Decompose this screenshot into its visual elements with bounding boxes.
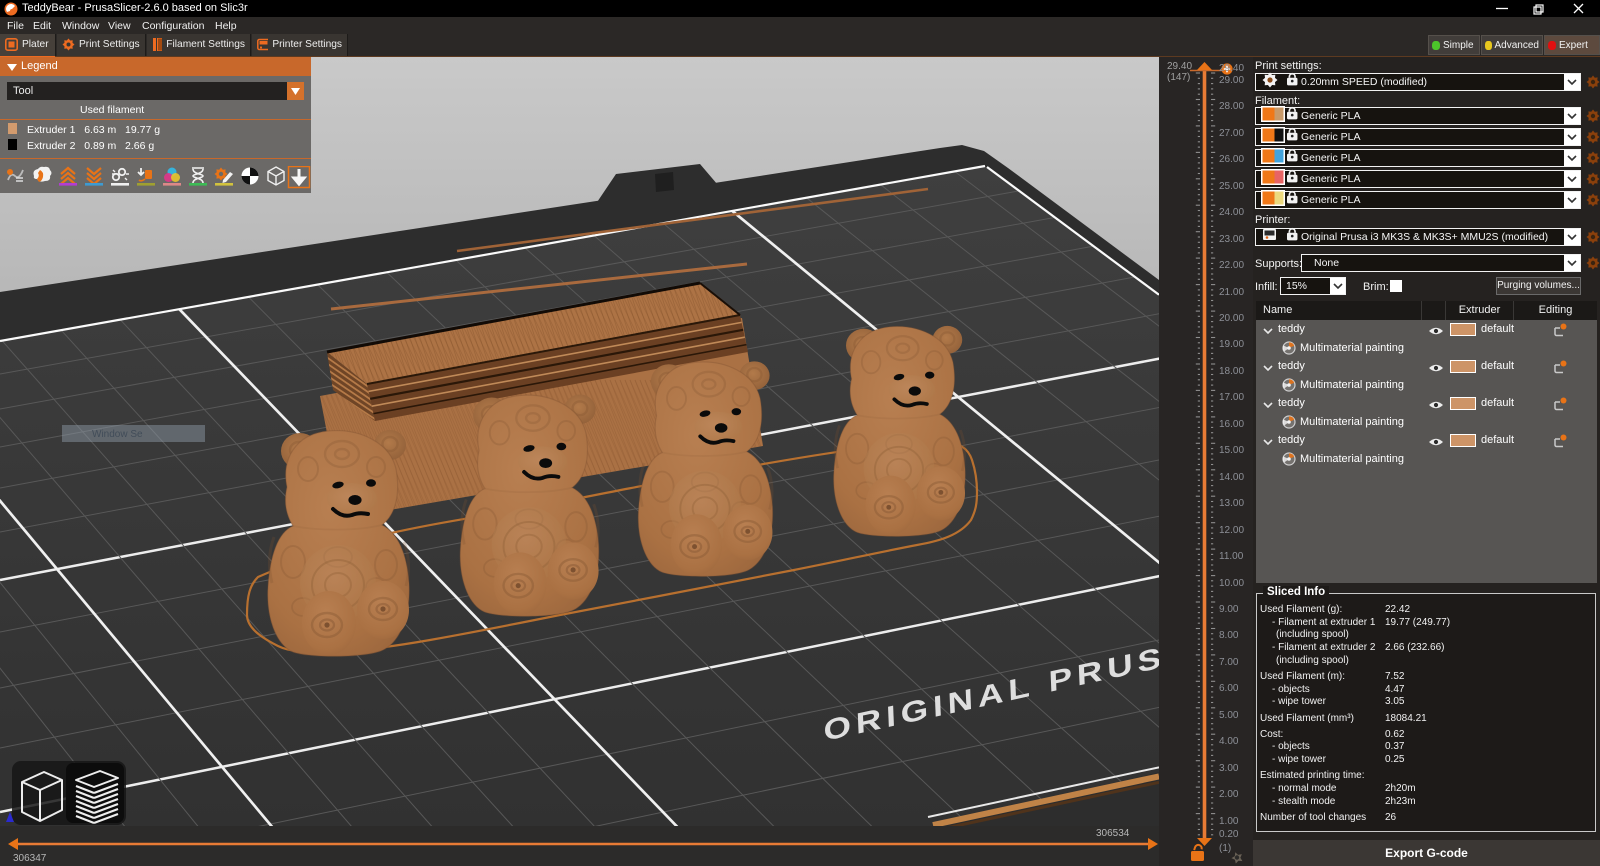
svg-text:Window Se: Window Se — [92, 429, 143, 440]
